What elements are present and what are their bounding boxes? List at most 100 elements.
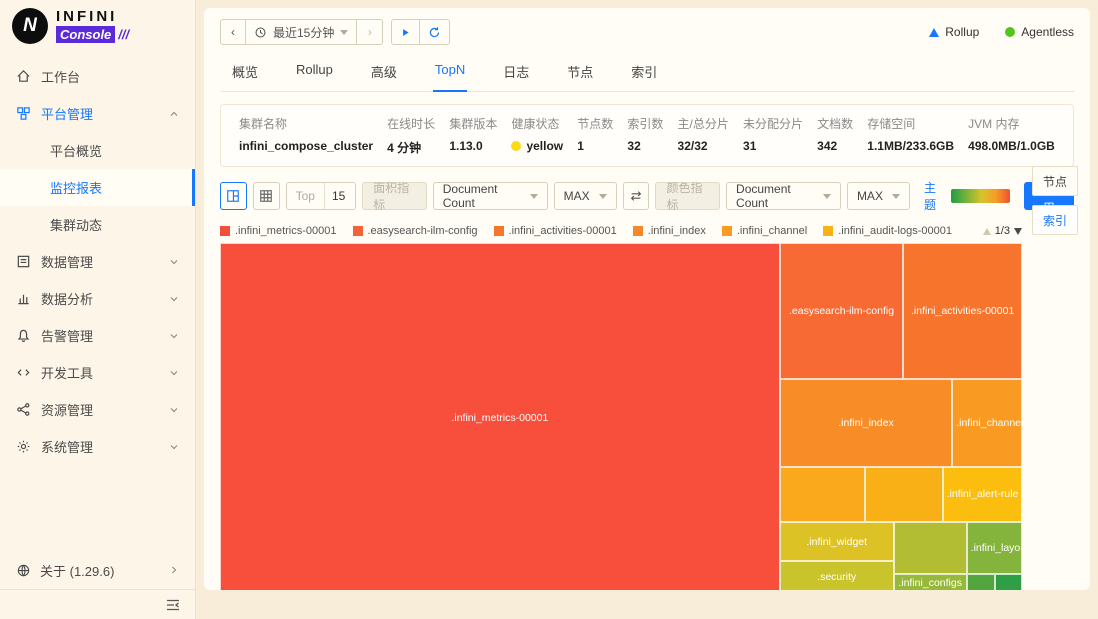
- treemap-node-infini_layout[interactable]: .infini_layout: [967, 522, 1022, 574]
- sidebar-item-dev-tools[interactable]: 开发工具: [0, 354, 195, 391]
- theme-label[interactable]: 主题: [924, 179, 945, 213]
- cluster-stat: 节点数1: [577, 115, 613, 156]
- treemap-node[interactable]: [967, 574, 995, 590]
- stat-label: 索引数: [627, 115, 663, 132]
- legend-item[interactable]: .infini_metrics-00001: [220, 225, 337, 237]
- treemap-node[interactable]: [780, 467, 865, 522]
- area-metric-field-select[interactable]: Document Count: [433, 182, 548, 210]
- sidebar-menu: 工作台 平台管理 平台概览 监控报表 集群动态 数据管理: [0, 52, 195, 551]
- area-metric-button[interactable]: 面积指标: [362, 182, 427, 210]
- caret-down-icon: [530, 194, 538, 199]
- treemap-node-infini_metrics-00001[interactable]: .infini_metrics-00001: [220, 243, 780, 590]
- treemap-node-infini_configs[interactable]: .infini_configs: [894, 574, 967, 590]
- chevron-right-icon: [169, 565, 179, 575]
- treemap-node-easysearch-ilm-config[interactable]: .easysearch-ilm-config: [780, 243, 904, 379]
- treemap-node[interactable]: [894, 522, 967, 574]
- sidebar-item-system-management[interactable]: 系统管理: [0, 428, 195, 465]
- swap-metrics-button[interactable]: [623, 182, 650, 210]
- about-item[interactable]: 关于 (1.29.6): [0, 551, 195, 589]
- legend-swatch-icon: [722, 226, 732, 236]
- theme-gradient-picker[interactable]: [951, 189, 1010, 203]
- bell-icon: [16, 328, 31, 343]
- stat-label: 集群版本: [449, 115, 497, 132]
- treemap-node[interactable]: [995, 574, 1022, 590]
- cluster-stat: 集群名称infini_compose_cluster: [239, 115, 373, 156]
- agentless-indicator[interactable]: Agentless: [1005, 25, 1074, 39]
- sidebar-collapse-button[interactable]: [0, 589, 195, 619]
- page-down-icon[interactable]: [1014, 228, 1022, 235]
- sidebar-item-monitoring-reports[interactable]: 监控报表: [0, 169, 195, 206]
- treemap-node-security[interactable]: .security: [780, 561, 894, 590]
- clock-icon: [254, 26, 267, 39]
- cluster-stat: 健康状态yellow: [511, 115, 563, 156]
- sidebar-item-data-analysis[interactable]: 数据分析: [0, 280, 195, 317]
- rollup-triangle-icon: [929, 28, 939, 37]
- time-forward-button[interactable]: ›: [357, 19, 383, 45]
- cluster-stat: 在线时长4 分钟: [387, 115, 435, 156]
- stat-label: 健康状态: [511, 115, 563, 132]
- sidebar-item-platform-overview[interactable]: 平台概览: [0, 132, 195, 169]
- app-logo: N INFINI Console ///: [0, 0, 195, 52]
- legend-pager: 1/3: [983, 225, 1022, 237]
- treemap-node-infini_index[interactable]: .infini_index: [780, 379, 952, 467]
- code-icon: [16, 365, 31, 380]
- topbar: ‹ 最近15分钟 ›: [220, 18, 1074, 46]
- refresh-button[interactable]: [420, 19, 450, 45]
- gear-icon: [16, 439, 31, 454]
- logo-primary: INFINI: [56, 9, 129, 25]
- color-metric-agg-select[interactable]: MAX: [847, 182, 910, 210]
- legend-item[interactable]: .infini_channel: [722, 225, 807, 237]
- side-tab-nodes[interactable]: 节点: [1032, 166, 1078, 196]
- logo-slashes: ///: [118, 27, 129, 42]
- tab-Rollup[interactable]: Rollup: [294, 54, 335, 91]
- legend-item[interactable]: .easysearch-ilm-config: [353, 225, 478, 237]
- caret-down-icon: [340, 30, 348, 35]
- stat-label: 集群名称: [239, 115, 373, 132]
- legend-item[interactable]: .infini_audit-logs-00001: [823, 225, 952, 237]
- tab-节点[interactable]: 节点: [565, 54, 595, 91]
- treemap-node-infini_activities-00001[interactable]: .infini_activities-00001: [903, 243, 1022, 379]
- tab-概览[interactable]: 概览: [230, 54, 260, 91]
- tab-高级[interactable]: 高级: [369, 54, 399, 91]
- home-icon: [16, 69, 31, 84]
- grid-view-button[interactable]: [253, 182, 280, 210]
- legend-swatch-icon: [220, 226, 230, 236]
- tab-TopN[interactable]: TopN: [433, 54, 467, 92]
- rollup-indicator[interactable]: Rollup: [929, 25, 979, 39]
- treemap-view-button[interactable]: [220, 182, 247, 210]
- color-metric-button[interactable]: 颜色指标: [655, 182, 720, 210]
- top-n-input[interactable]: [324, 183, 356, 209]
- sidebar-item-workbench[interactable]: 工作台: [0, 58, 195, 95]
- sidebar-item-cluster-activities[interactable]: 集群动态: [0, 206, 195, 243]
- sidebar-item-resource-management[interactable]: 资源管理: [0, 391, 195, 428]
- health-status-dot-icon: [511, 141, 521, 151]
- main-content: ‹ 最近15分钟 ›: [196, 0, 1098, 619]
- time-range-selector[interactable]: 最近15分钟: [246, 19, 357, 45]
- cluster-stat: JVM 内存498.0MB/1.0GB: [968, 115, 1055, 156]
- treemap-node[interactable]: [865, 467, 943, 522]
- color-metric-field-select[interactable]: Document Count: [726, 182, 841, 210]
- time-back-button[interactable]: ‹: [220, 19, 246, 45]
- legend-item[interactable]: .infini_index: [633, 225, 706, 237]
- sidebar-item-data-management[interactable]: 数据管理: [0, 243, 195, 280]
- dimension-side-tabs: 节点 索引: [1032, 166, 1078, 235]
- stat-label: 节点数: [577, 115, 613, 132]
- side-tab-indices[interactable]: 索引: [1032, 205, 1078, 235]
- auto-refresh-play-button[interactable]: [391, 19, 420, 45]
- tab-索引[interactable]: 索引: [629, 54, 659, 91]
- legend-swatch-icon: [494, 226, 504, 236]
- treemap-node-infini_channel[interactable]: .infini_channel: [952, 379, 1022, 467]
- tab-日志[interactable]: 日志: [501, 54, 531, 91]
- legend-swatch-icon: [823, 226, 833, 236]
- treemap-node-infini_alert-rule[interactable]: .infini_alert-rule: [943, 467, 1022, 522]
- treemap-node-infini_widget[interactable]: .infini_widget: [780, 522, 894, 561]
- sidebar-item-platform-management[interactable]: 平台管理: [0, 95, 195, 132]
- area-metric-agg-select[interactable]: MAX: [554, 182, 617, 210]
- legend-item[interactable]: .infini_activities-00001: [494, 225, 617, 237]
- data-icon: [16, 254, 31, 269]
- cluster-stat: 索引数32: [627, 115, 663, 156]
- page-up-icon[interactable]: [983, 228, 991, 235]
- sidebar-item-alert-management[interactable]: 告警管理: [0, 317, 195, 354]
- stat-label: JVM 内存: [968, 115, 1055, 132]
- caret-down-icon: [599, 194, 607, 199]
